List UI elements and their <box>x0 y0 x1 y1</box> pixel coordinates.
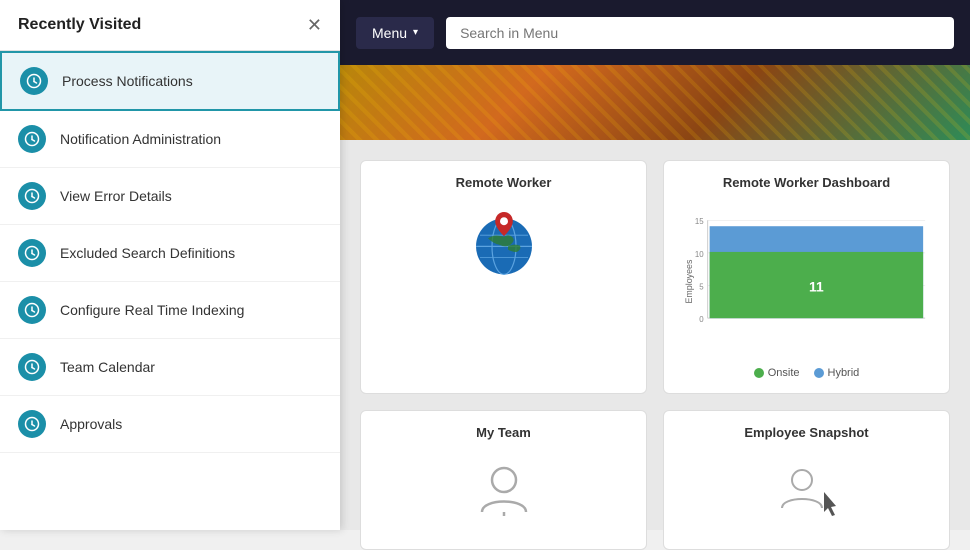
clock-icon-6 <box>18 410 46 438</box>
remote-worker-globe <box>464 200 544 280</box>
sidebar-item-excluded-search-definitions[interactable]: Excluded Search Definitions <box>0 225 340 282</box>
remote-worker-dashboard-title: Remote Worker Dashboard <box>723 175 890 190</box>
chevron-down-icon: ▾ <box>413 27 418 38</box>
item-label-1: Notification Administration <box>60 131 221 147</box>
snapshot-icon <box>772 460 842 535</box>
sidebar: Recently Visited ✕ Process Notifications… <box>0 0 340 530</box>
search-input[interactable] <box>446 17 954 49</box>
menu-label: Menu <box>372 25 407 41</box>
sidebar-item-process-notifications[interactable]: Process Notifications <box>0 51 340 111</box>
clock-icon-5 <box>18 353 46 381</box>
clock-icon-3 <box>18 239 46 267</box>
my-team-title: My Team <box>476 425 531 440</box>
employee-snapshot-title: Employee Snapshot <box>744 425 868 440</box>
item-label-6: Approvals <box>60 416 122 432</box>
remote-worker-card: Remote Worker <box>360 160 647 394</box>
svg-text:5: 5 <box>699 282 704 291</box>
chart-container: Employees 15 10 5 0 11 <box>678 200 935 363</box>
item-label-0: Process Notifications <box>62 73 193 89</box>
svg-text:10: 10 <box>695 250 704 259</box>
close-button[interactable]: ✕ <box>307 16 322 34</box>
item-label-5: Team Calendar <box>60 359 155 375</box>
sidebar-item-team-calendar[interactable]: Team Calendar <box>0 339 340 396</box>
top-bar: Menu ▾ <box>340 0 970 65</box>
employee-snapshot-card: Employee Snapshot <box>663 410 950 550</box>
clock-icon-1 <box>18 125 46 153</box>
item-label-3: Excluded Search Definitions <box>60 245 235 261</box>
menu-button[interactable]: Menu ▾ <box>356 17 434 49</box>
chart-legend: Onsite Hybrid <box>754 367 860 379</box>
sidebar-item-configure-real-time-indexing[interactable]: Configure Real Time Indexing <box>0 282 340 339</box>
item-label-4: Configure Real Time Indexing <box>60 302 244 318</box>
sidebar-item-view-error-details[interactable]: View Error Details <box>0 168 340 225</box>
onsite-dot <box>754 368 764 378</box>
onsite-label: Onsite <box>768 367 800 379</box>
sidebar-header: Recently Visited ✕ <box>0 0 340 51</box>
remote-worker-title: Remote Worker <box>456 175 552 190</box>
sidebar-item-notification-administration[interactable]: Notification Administration <box>0 111 340 168</box>
legend-onsite: Onsite <box>754 367 800 379</box>
remote-worker-dashboard-card: Remote Worker Dashboard Employees 15 10 … <box>663 160 950 394</box>
hybrid-label: Hybrid <box>828 367 860 379</box>
my-team-card: My Team <box>360 410 647 550</box>
clock-icon-0 <box>20 67 48 95</box>
svg-text:Employees: Employees <box>684 259 694 303</box>
item-label-2: View Error Details <box>60 188 172 204</box>
sidebar-item-approvals[interactable]: Approvals <box>0 396 340 453</box>
team-icon <box>474 460 534 529</box>
sidebar-title: Recently Visited <box>18 16 141 34</box>
legend-hybrid: Hybrid <box>814 367 860 379</box>
banner <box>340 65 970 140</box>
main-content: Remote Worker Remote Worker Dashboard <box>340 140 970 530</box>
hybrid-dot <box>814 368 824 378</box>
svg-text:11: 11 <box>809 278 824 294</box>
clock-icon-4 <box>18 296 46 324</box>
svg-text:15: 15 <box>695 217 704 226</box>
clock-icon-2 <box>18 182 46 210</box>
svg-text:0: 0 <box>699 315 704 324</box>
